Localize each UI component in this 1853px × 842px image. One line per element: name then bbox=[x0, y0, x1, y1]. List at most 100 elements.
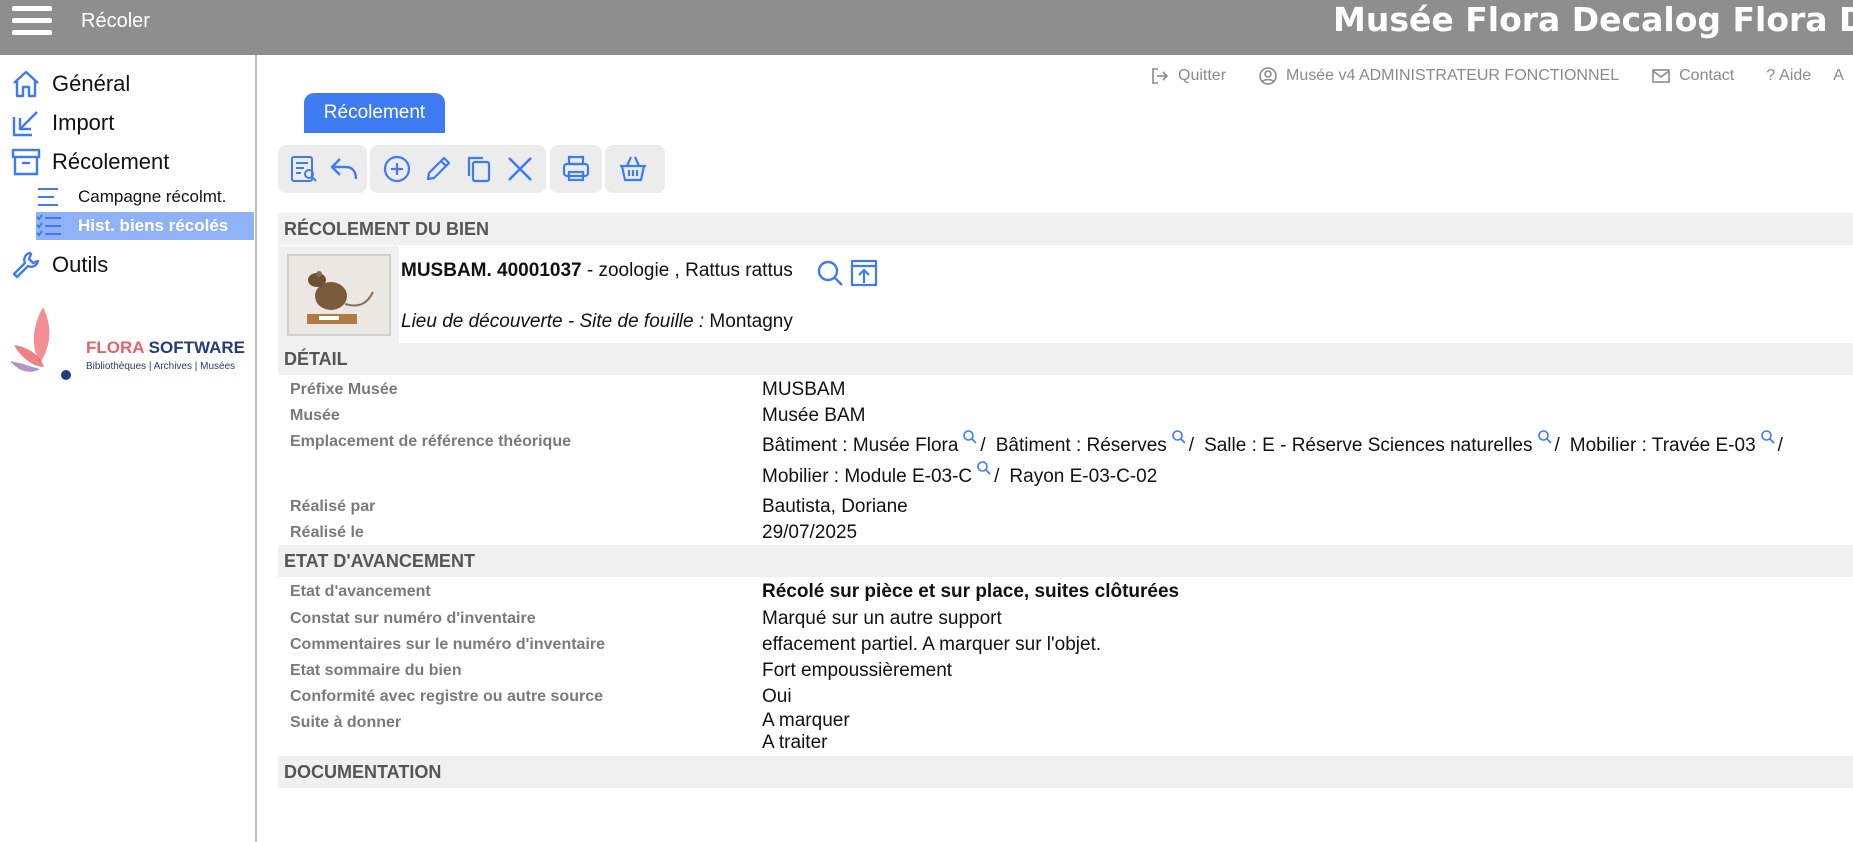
inventory-number: MUSBAM. 40001037 bbox=[401, 260, 582, 281]
import-icon bbox=[12, 111, 38, 137]
contact-link[interactable]: Contact bbox=[1651, 66, 1734, 86]
app-section-title: Récoler bbox=[81, 10, 150, 32]
object-description: - zoologie , Rattus rattus bbox=[581, 260, 793, 281]
section-documentation[interactable]: DOCUMENTATION bbox=[278, 756, 1853, 788]
delete-x-icon bbox=[507, 157, 532, 181]
section-detail: DÉTAIL bbox=[278, 343, 1853, 375]
add-circle-icon bbox=[383, 155, 410, 183]
field-label-progress: Etat d'avancement bbox=[290, 583, 431, 600]
extra-label: A bbox=[1833, 67, 1844, 84]
sidebar-item-general[interactable]: Général bbox=[10, 67, 130, 101]
toolbar-group-edit bbox=[370, 145, 546, 193]
field-label-conformity: Conformité avec registre ou autre source bbox=[290, 688, 603, 705]
undo-icon bbox=[330, 158, 358, 180]
header-links: Quitter Musée v4 ADMINISTRATEUR FONCTION… bbox=[1150, 64, 1853, 88]
sidebar-item-label: Général bbox=[52, 71, 131, 96]
undo-button[interactable] bbox=[328, 149, 360, 189]
search-icon[interactable] bbox=[976, 460, 992, 476]
toolbar-group-nav bbox=[278, 145, 367, 193]
app-name: Musée Flora Decalog Flora DEMO v bbox=[1333, 0, 1853, 39]
checklist-icon bbox=[36, 214, 61, 237]
search-icon[interactable] bbox=[1760, 429, 1776, 445]
toolbar-group-print bbox=[550, 145, 602, 193]
user-label: Musée v4 ADMINISTRATEUR FONCTIONNEL bbox=[1286, 67, 1620, 84]
sidebar-subitem-campagne[interactable]: Campagne récolmt. bbox=[36, 183, 254, 211]
field-label-followup: Suite à donner bbox=[290, 714, 402, 731]
logo-tagline: Bibliothèques | Archives | Musées bbox=[86, 361, 236, 372]
sidebar-subitem-label: Campagne récolmt. bbox=[78, 187, 227, 206]
field-label-done-on: Réalisé le bbox=[290, 524, 364, 541]
location-building-flora: Bâtiment : Musée Flora / bbox=[762, 430, 986, 457]
location-text: Mobilier : Module E-03-C bbox=[762, 466, 973, 487]
location-bay: Mobilier : Travée E-03 / bbox=[1569, 430, 1783, 457]
section-title: DÉTAIL bbox=[284, 348, 348, 369]
user-link[interactable]: Musée v4 ADMINISTRATEUR FONCTIONNEL bbox=[1258, 66, 1619, 86]
home-icon bbox=[13, 70, 39, 98]
quit-label: Quitter bbox=[1178, 67, 1227, 84]
field-label-inv-comment: Commentaires sur le numéro d'inventaire bbox=[290, 636, 606, 653]
search-icon[interactable] bbox=[815, 258, 845, 288]
field-value-inv-comment: effacement partiel. A marquer sur l'obje… bbox=[762, 634, 1102, 655]
logo-brand-rest: SOFTWARE bbox=[143, 338, 245, 357]
rat-specimen-image bbox=[289, 256, 389, 334]
location-line-2: Mobilier : Module E-03-C / Rayon E-03-C-0… bbox=[762, 461, 1167, 488]
sidebar: Général Import Récolement Campagne récol… bbox=[0, 55, 257, 842]
envelope-icon bbox=[1652, 69, 1670, 83]
field-value-prefix: MUSBAM bbox=[762, 379, 846, 400]
copy-button[interactable] bbox=[462, 149, 495, 189]
print-button[interactable] bbox=[560, 149, 592, 189]
sidebar-item-label: Récolement bbox=[52, 149, 170, 174]
sidebar-subitem-hist-biens[interactable]: Hist. biens récolés bbox=[36, 212, 254, 240]
sidebar-item-recolement[interactable]: Récolement bbox=[10, 145, 169, 179]
object-title: MUSBAM. 40001037 - zoologie , Rattus rat… bbox=[401, 260, 793, 282]
location-shelf: Rayon E-03-C-02 bbox=[1009, 466, 1157, 488]
field-value-museum: Musée BAM bbox=[762, 405, 866, 426]
location-text: Mobilier : Travée E-03 bbox=[1569, 435, 1756, 456]
section-etat: ETAT D'AVANCEMENT bbox=[278, 545, 1853, 577]
copy-icon bbox=[467, 156, 490, 183]
location-text: Bâtiment : Musée Flora bbox=[762, 435, 959, 456]
list-search-button[interactable] bbox=[288, 149, 320, 189]
location-line-1: Bâtiment : Musée Flora / Bâtiment : Réser… bbox=[762, 430, 1793, 457]
tab-recolement[interactable]: Récolement bbox=[304, 93, 445, 133]
question-mark-icon: ? bbox=[1766, 67, 1776, 84]
wrench-icon bbox=[12, 251, 40, 279]
location-separator: / bbox=[1188, 435, 1195, 456]
object-thumbnail[interactable] bbox=[287, 254, 391, 336]
field-label-inv-check: Constat sur numéro d'inventaire bbox=[290, 610, 536, 627]
user-circle-icon bbox=[1259, 67, 1277, 85]
field-value-followup-2: A traiter bbox=[762, 732, 828, 753]
search-icon[interactable] bbox=[1537, 429, 1553, 445]
help-label: Aide bbox=[1779, 67, 1812, 84]
menu-icon[interactable] bbox=[12, 6, 52, 38]
field-label-museum: Musée bbox=[290, 407, 340, 424]
location-separator: / bbox=[1554, 435, 1560, 456]
location-separator: / bbox=[1777, 435, 1783, 456]
sidebar-item-outils[interactable]: Outils bbox=[10, 248, 108, 282]
help-link[interactable]: ? Aide bbox=[1766, 67, 1811, 85]
archive-box-icon bbox=[11, 148, 41, 176]
field-value-followup-1: A marquer bbox=[762, 710, 850, 731]
sidebar-item-import[interactable]: Import bbox=[10, 106, 114, 140]
field-value-conformity: Oui bbox=[762, 686, 792, 707]
object-discovery-place: Lieu de découverte - Site de fouille : M… bbox=[401, 311, 793, 333]
print-icon bbox=[562, 155, 590, 182]
sidebar-subitem-label: Hist. biens récolés bbox=[78, 216, 229, 235]
field-value-done-by: Bautista, Doriane bbox=[762, 496, 908, 517]
field-label-location: Emplacement de référence théorique bbox=[290, 433, 571, 450]
toolbar-group-basket bbox=[605, 145, 665, 193]
section-title: RÉCOLEMENT DU BIEN bbox=[284, 218, 490, 239]
location-room: Salle : E - Réserve Sciences naturelles / bbox=[1204, 430, 1560, 457]
section-title: ETAT D'AVANCEMENT bbox=[284, 550, 475, 571]
edit-button[interactable] bbox=[421, 149, 454, 189]
add-button[interactable] bbox=[380, 149, 413, 189]
open-external-icon[interactable] bbox=[849, 258, 879, 288]
delete-button[interactable] bbox=[503, 149, 536, 189]
basket-button[interactable] bbox=[615, 149, 651, 189]
extra-link[interactable]: A bbox=[1833, 67, 1844, 85]
basket-icon bbox=[620, 156, 646, 182]
edit-pencil-icon bbox=[426, 156, 450, 181]
quit-link[interactable]: Quitter bbox=[1150, 66, 1226, 86]
search-icon[interactable] bbox=[1171, 429, 1187, 445]
search-icon[interactable] bbox=[962, 429, 978, 445]
